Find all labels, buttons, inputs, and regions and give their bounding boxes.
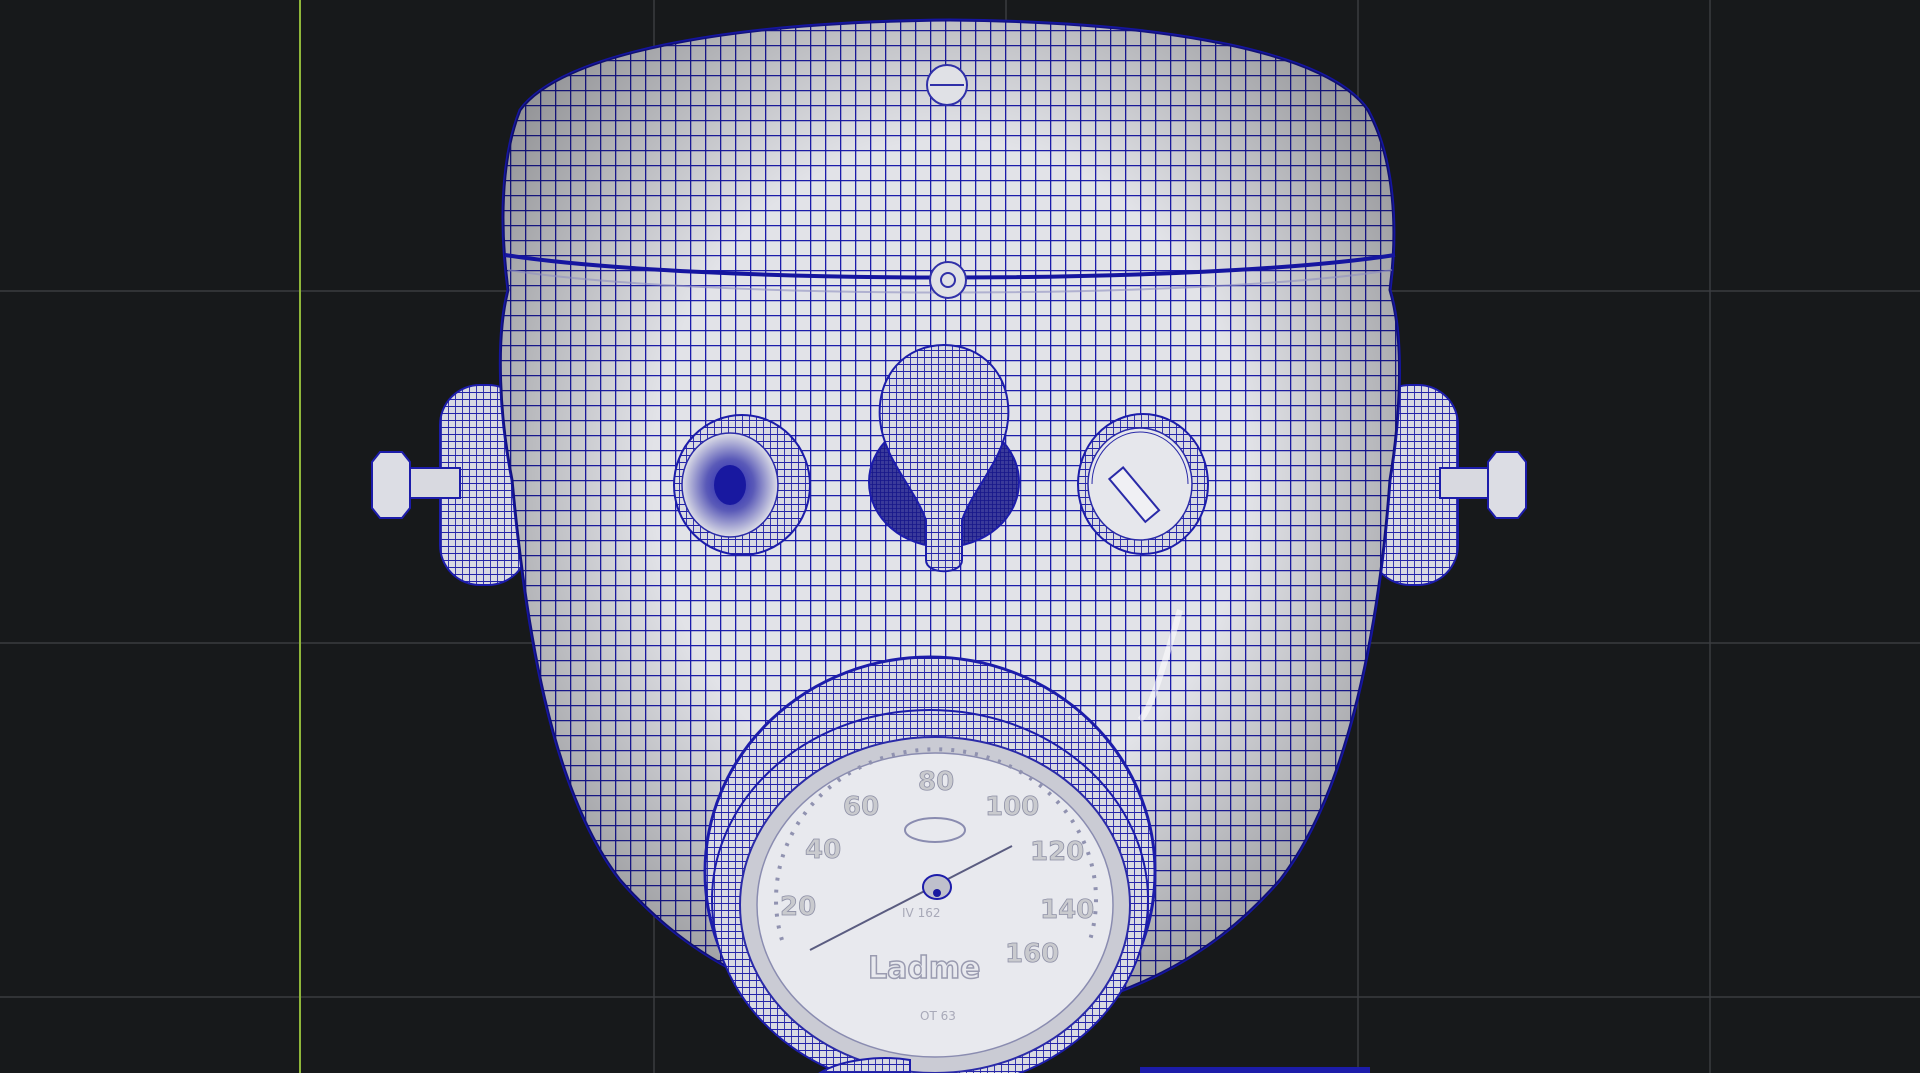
gauge-small-label: OT 63 xyxy=(920,1009,956,1023)
left-eye-lens[interactable] xyxy=(673,414,811,556)
lower-bar xyxy=(1140,1067,1370,1073)
top-screw[interactable] xyxy=(926,64,968,106)
gauge-number: 120 xyxy=(1030,837,1084,867)
pressure-gauge[interactable]: 20 40 60 80 100 120 140 160 IV 162 Ladme… xyxy=(703,655,1157,1073)
gauge-number: 20 xyxy=(780,892,816,922)
gauge-small-label: IV 162 xyxy=(902,906,940,920)
robot-head-model[interactable]: 20 40 60 80 100 120 140 160 IV 162 Ladme… xyxy=(371,18,1527,1073)
gauge-brand: Ladme xyxy=(868,951,980,986)
gauge-number: 100 xyxy=(985,792,1039,822)
3d-viewport[interactable]: 20 40 60 80 100 120 140 160 IV 162 Ladme… xyxy=(0,0,1920,1073)
gauge-number: 140 xyxy=(1040,895,1094,925)
gauge-number: 60 xyxy=(843,792,879,822)
right-dial-knob[interactable] xyxy=(1077,413,1209,555)
gauge-number: 40 xyxy=(805,835,841,865)
gauge-number: 160 xyxy=(1005,939,1059,969)
viewport-canvas[interactable]: 20 40 60 80 100 120 140 160 IV 162 Ladme… xyxy=(0,0,1920,1073)
upper-screw[interactable] xyxy=(929,261,967,299)
gauge-number: 80 xyxy=(918,767,954,797)
